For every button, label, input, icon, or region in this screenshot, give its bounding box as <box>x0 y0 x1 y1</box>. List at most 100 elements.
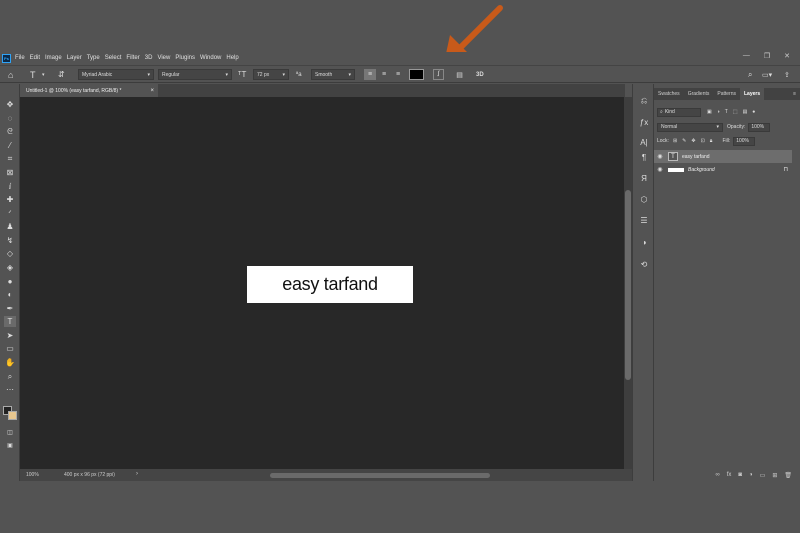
move-tool-icon[interactable]: ✥ <box>4 99 16 110</box>
align-center-icon[interactable]: ≡ <box>378 69 390 80</box>
share-icon[interactable]: ⇪ <box>784 69 790 80</box>
canvas-document[interactable]: easy tarfand <box>247 266 413 303</box>
background-color-swatch[interactable] <box>8 411 17 420</box>
dodge-tool-icon[interactable]: ◐ <box>4 289 16 300</box>
warp-text-icon[interactable]: ꭍ <box>433 69 444 80</box>
workspace-icon[interactable]: ▭▾ <box>762 69 772 80</box>
close-button[interactable]: ✕ <box>784 52 790 60</box>
quick-mask-icon[interactable]: ◫ <box>4 427 16 438</box>
adjustments-panel-icon[interactable]: ◑ <box>637 236 651 249</box>
new-layer-icon[interactable]: ⊞ <box>772 472 777 482</box>
tab-patterns[interactable]: Patterns <box>713 88 740 100</box>
menu-edit[interactable]: Edit <box>30 55 40 61</box>
actions-panel-icon[interactable]: ƒx <box>637 116 651 129</box>
brush-tool-icon[interactable]: ᐟ <box>4 208 16 219</box>
filter-pixel-icon[interactable]: ▣ <box>707 109 712 115</box>
3d-button[interactable]: 3D <box>476 69 484 80</box>
path-selection-tool-icon[interactable]: ➤ <box>4 330 16 341</box>
filter-toggle-icon[interactable]: ● <box>752 109 755 115</box>
tab-gradients[interactable]: Gradients <box>684 88 714 100</box>
menu-window[interactable]: Window <box>200 55 221 61</box>
history-brush-tool-icon[interactable]: ↯ <box>4 235 16 246</box>
3d-panel-icon[interactable]: ⬡ <box>637 193 651 206</box>
crop-tool-icon[interactable]: ⌗ <box>4 153 16 164</box>
filter-smart-object-icon[interactable]: ▤ <box>743 109 748 115</box>
eye-icon[interactable]: ◉ <box>654 153 666 160</box>
horizontal-scrollbar-thumb[interactable] <box>270 473 490 478</box>
pen-tool-icon[interactable]: ✒ <box>4 303 16 314</box>
tab-swatches[interactable]: Swatches <box>654 88 684 100</box>
properties-panel-icon[interactable]: ☰ <box>637 214 651 227</box>
layer-row-background[interactable]: ◉ Background ⊓ <box>654 163 792 176</box>
align-left-icon[interactable]: ≡ <box>364 69 376 80</box>
more-tools-icon[interactable]: ⋯ <box>4 384 16 395</box>
zoom-tool-icon[interactable]: ⌕ <box>4 371 16 382</box>
blur-tool-icon[interactable]: ● <box>4 276 16 287</box>
lock-position-icon[interactable]: ✥ <box>691 138 695 144</box>
adjustment-layer-icon[interactable]: ◑ <box>749 472 753 482</box>
info-chevron-icon[interactable]: › <box>136 471 138 477</box>
toggle-text-orientation-icon[interactable]: ⇵ <box>58 69 65 80</box>
font-family-select[interactable]: Myriad Arabic ▾ <box>78 69 154 80</box>
menu-file[interactable]: File <box>15 55 25 61</box>
panel-menu-icon[interactable]: ≡ <box>789 88 800 100</box>
menu-plugins[interactable]: Plugins <box>175 55 195 61</box>
add-mask-icon[interactable]: ◙ <box>738 472 742 482</box>
minimize-button[interactable]: — <box>743 52 750 60</box>
eyedropper-tool-icon[interactable]: ⅈ <box>4 181 16 192</box>
type-tool-preset-icon[interactable]: T <box>30 69 36 80</box>
layer-style-icon[interactable]: fx <box>727 472 732 482</box>
eye-icon[interactable]: ◉ <box>654 166 666 173</box>
menu-help[interactable]: Help <box>226 55 238 61</box>
filter-shape-icon[interactable]: ⬚ <box>733 109 738 115</box>
eraser-tool-icon[interactable]: ◇ <box>4 248 16 259</box>
lasso-tool-icon[interactable]: ᘓ <box>4 126 16 137</box>
fill-input[interactable]: 100% <box>733 136 756 146</box>
menu-view[interactable]: View <box>157 55 170 61</box>
text-color-swatch[interactable] <box>409 69 424 80</box>
marquee-tool-icon[interactable]: ◌ <box>4 113 16 124</box>
lock-artboard-icon[interactable]: ⊡ <box>701 138 705 144</box>
chevron-down-icon[interactable]: ▾ <box>42 69 45 80</box>
menu-filter[interactable]: Filter <box>126 55 139 61</box>
lock-transparency-icon[interactable]: ⊞ <box>673 138 677 144</box>
font-size-select[interactable]: 72 px ▾ <box>253 69 289 80</box>
new-group-icon[interactable]: ▭ <box>760 472 766 482</box>
menu-type[interactable]: Type <box>87 55 100 61</box>
screen-mode-icon[interactable]: ▣ <box>4 440 16 451</box>
restore-button[interactable]: ❐ <box>764 52 770 60</box>
healing-brush-tool-icon[interactable]: ✚ <box>4 194 16 205</box>
antialias-select[interactable]: Smooth ▾ <box>311 69 355 80</box>
blend-mode-select[interactable]: Normal ▾ <box>657 122 723 132</box>
font-style-select[interactable]: Regular ▾ <box>158 69 232 80</box>
stamp-tool-icon[interactable]: ♟ <box>4 221 16 232</box>
menu-image[interactable]: Image <box>45 55 62 61</box>
character-panel-icon[interactable]: ▤ <box>454 69 465 80</box>
character-panel-icon[interactable]: A| <box>637 136 651 149</box>
menu-select[interactable]: Select <box>105 55 122 61</box>
search-icon[interactable]: ⌕ <box>748 69 752 80</box>
paint-bucket-tool-icon[interactable]: ◈ <box>4 262 16 273</box>
link-layers-icon[interactable]: ∞ <box>715 472 719 482</box>
paragraph-panel-icon[interactable]: ¶ <box>637 151 651 164</box>
filter-type-icon[interactable]: T <box>725 109 728 115</box>
rectangle-tool-icon[interactable]: ▭ <box>4 343 16 354</box>
menu-3d[interactable]: 3D <box>145 55 153 61</box>
zoom-level[interactable]: 100% <box>26 472 39 478</box>
filter-kind-select[interactable]: ⌕ Kind <box>657 107 701 117</box>
filter-adjustment-icon[interactable]: ◑ <box>717 109 720 115</box>
hand-tool-icon[interactable]: ✋ <box>4 357 16 368</box>
layer-row-text[interactable]: ◉ T easy tarfand <box>654 150 792 163</box>
type-tool-icon[interactable]: T <box>4 316 16 327</box>
styles-panel-icon[interactable]: ⟲ <box>637 258 651 271</box>
opacity-input[interactable]: 100% <box>748 122 771 132</box>
delete-layer-icon[interactable]: 🗑︎ <box>784 472 792 482</box>
document-tab[interactable]: Untitled-1 @ 100% (easy tarfand, RGB/8) … <box>20 84 158 97</box>
vertical-scrollbar-thumb[interactable] <box>625 190 631 380</box>
menu-layer[interactable]: Layer <box>67 55 82 61</box>
lock-all-icon[interactable]: 🔒︎ <box>710 138 713 144</box>
close-tab-icon[interactable]: × <box>150 88 154 94</box>
lock-image-icon[interactable]: ✎ <box>682 138 686 144</box>
home-icon[interactable]: ⌂ <box>8 69 13 80</box>
align-right-icon[interactable]: ≡ <box>392 69 404 80</box>
